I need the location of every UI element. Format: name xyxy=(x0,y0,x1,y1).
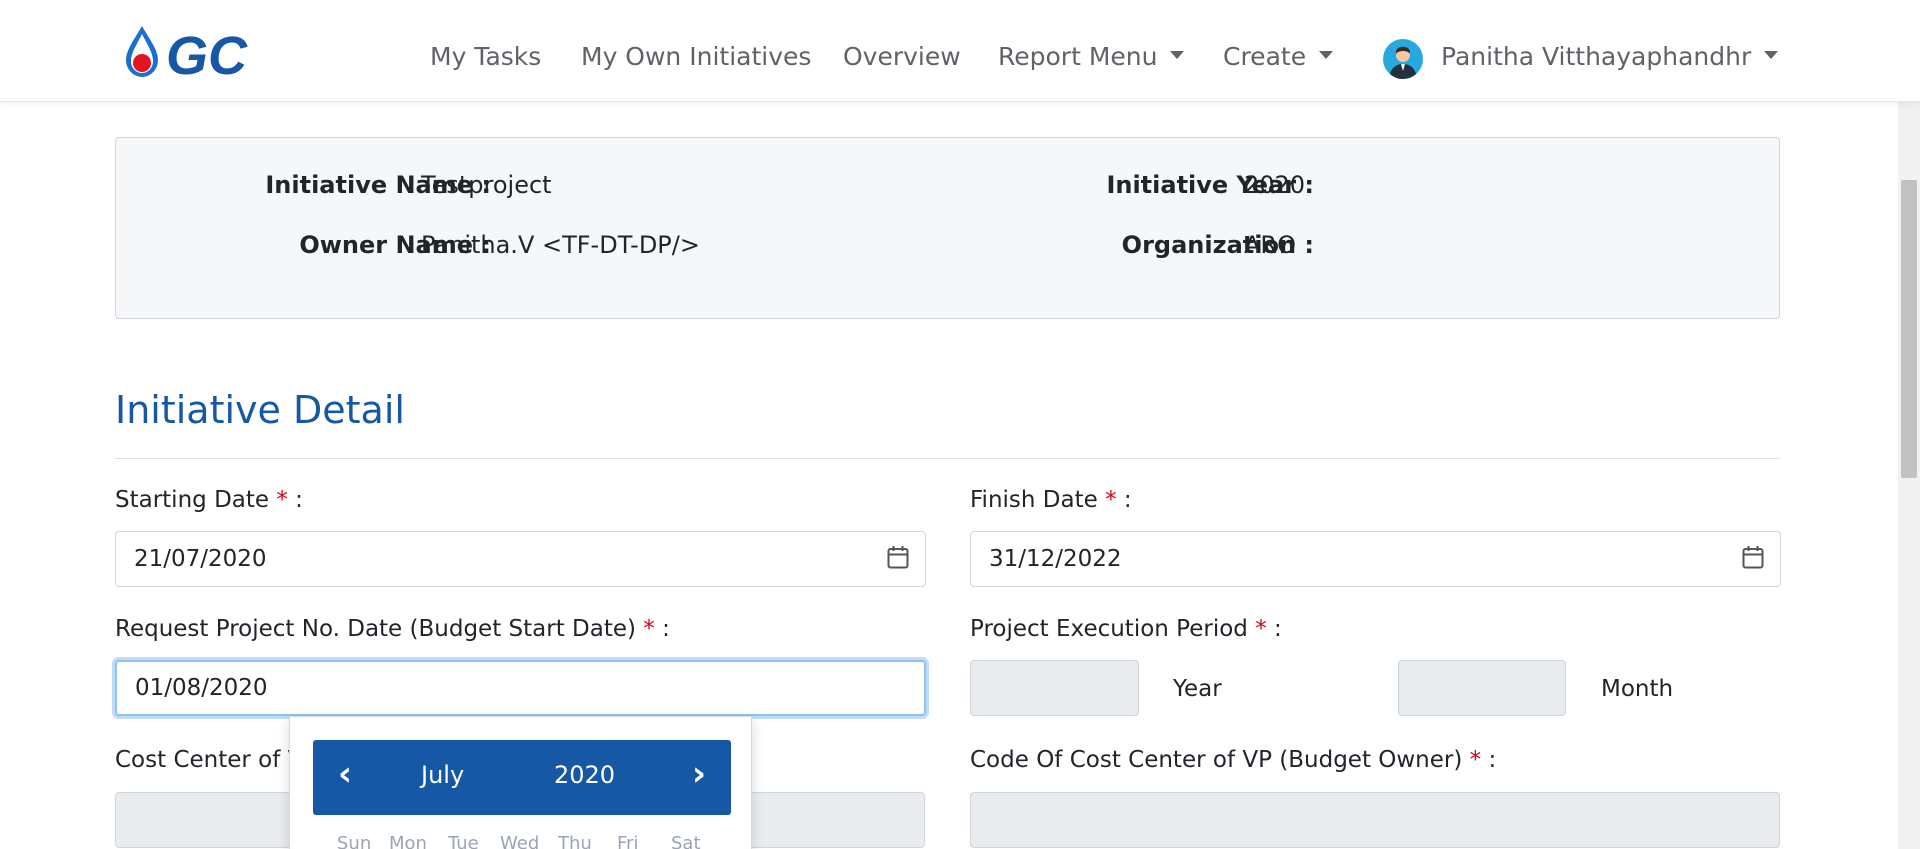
initiative-year-value: 2020 xyxy=(1244,171,1306,199)
required-mark: * xyxy=(643,616,655,642)
label-colon: : xyxy=(295,487,303,513)
starting-date-value: 21/07/2020 xyxy=(134,546,267,572)
nav-my-own-initiatives-label: My Own Initiatives xyxy=(581,42,812,71)
weekday-label: Wed xyxy=(500,833,540,849)
nav-my-tasks[interactable]: My Tasks xyxy=(430,42,541,71)
next-month-button[interactable]: › xyxy=(692,754,706,794)
weekday-label: Fri xyxy=(617,833,639,849)
chevron-down-icon xyxy=(1764,51,1779,59)
datepicker-popup: ‹ July 2020 › Sun Mon Tue Wed Thu Fri Sa… xyxy=(289,716,752,849)
weekday-label: Thu xyxy=(558,833,592,849)
request-date-value: 01/08/2020 xyxy=(135,675,268,701)
starting-date-label-text: Starting Date xyxy=(115,487,270,513)
organization-value: ARO xyxy=(1244,231,1296,259)
prev-month-button[interactable]: ‹ xyxy=(338,754,352,794)
starting-date-input[interactable]: 21/07/2020 xyxy=(115,531,926,587)
code-cost-center-input[interactable] xyxy=(970,792,1780,848)
required-mark: * xyxy=(1255,616,1267,642)
execution-period-label-text: Project Execution Period xyxy=(970,616,1248,642)
datepicker-year[interactable]: 2020 xyxy=(554,761,615,789)
required-mark: * xyxy=(276,487,288,513)
calendar-icon[interactable] xyxy=(1742,545,1764,569)
user-menu[interactable]: Panitha Vitthayaphandhr xyxy=(1441,42,1779,71)
request-date-input[interactable]: 01/08/2020 xyxy=(115,660,926,716)
nav-report-menu-label: Report Menu xyxy=(998,42,1158,71)
request-date-label: Request Project No. Date (Budget Start D… xyxy=(115,616,670,642)
page-scrollbar[interactable] xyxy=(1898,102,1920,849)
weekday-label: Tue xyxy=(448,833,479,849)
datepicker-header: ‹ July 2020 › xyxy=(313,740,731,815)
finish-date-value: 31/12/2022 xyxy=(989,546,1122,572)
calendar-icon[interactable] xyxy=(887,545,909,569)
nav-report-menu[interactable]: Report Menu xyxy=(998,42,1185,71)
code-cost-center-label-text: Code Of Cost Center of VP (Budget Owner) xyxy=(970,747,1463,773)
scrollbar-thumb[interactable] xyxy=(1901,180,1917,478)
finish-date-label: Finish Date * : xyxy=(970,487,1132,513)
nav-overview[interactable]: Overview xyxy=(843,42,961,71)
chevron-down-icon xyxy=(1319,51,1334,59)
weekday-label: Sat xyxy=(671,833,701,849)
label-colon: : xyxy=(1274,616,1282,642)
nav-overview-label: Overview xyxy=(843,42,961,71)
chevron-down-icon xyxy=(1170,51,1185,59)
nav-my-own-initiatives[interactable]: My Own Initiatives xyxy=(581,42,811,71)
initiative-name-value: Testproject xyxy=(421,171,552,199)
cost-center-label: Cost Center of V xyxy=(115,747,303,773)
label-colon: : xyxy=(662,616,670,642)
cost-center-label-text: Cost Center of V xyxy=(115,747,304,773)
finish-date-label-text: Finish Date xyxy=(970,487,1098,513)
starting-date-label: Starting Date * : xyxy=(115,487,303,513)
datepicker-month[interactable]: July xyxy=(421,761,464,789)
year-unit-label: Year xyxy=(1173,676,1222,702)
finish-date-input[interactable]: 31/12/2022 xyxy=(970,531,1781,587)
user-name: Panitha Vitthayaphandhr xyxy=(1441,42,1752,71)
code-cost-center-label: Code Of Cost Center of VP (Budget Owner)… xyxy=(970,747,1496,773)
label-colon: : xyxy=(1123,487,1132,513)
logo-text: GC xyxy=(166,26,248,80)
weekday-label: Sun xyxy=(337,833,372,849)
label-colon: : xyxy=(1488,747,1497,773)
execution-year-input[interactable] xyxy=(970,660,1139,716)
section-title: Initiative Detail xyxy=(115,388,405,432)
nav-create[interactable]: Create xyxy=(1223,42,1334,71)
required-mark: * xyxy=(1105,487,1117,513)
gc-logo[interactable]: GC xyxy=(122,22,292,86)
nav-create-label: Create xyxy=(1223,42,1307,71)
execution-month-input[interactable] xyxy=(1398,660,1566,716)
month-unit-label: Month xyxy=(1601,676,1674,702)
execution-period-label: Project Execution Period * : xyxy=(970,616,1282,642)
top-navbar: GC My Tasks My Own Initiatives Overview … xyxy=(0,0,1920,102)
initiative-summary-panel: Initiative Name : Testproject Owner Name… xyxy=(115,137,1780,319)
weekday-label: Mon xyxy=(389,833,427,849)
user-avatar[interactable] xyxy=(1383,39,1423,79)
owner-name-value: Panitha.V <TF-DT-DP/> xyxy=(421,231,700,259)
required-mark: * xyxy=(1469,747,1482,773)
section-divider xyxy=(115,458,1780,459)
request-date-label-text: Request Project No. Date (Budget Start D… xyxy=(115,616,636,642)
nav-my-tasks-label: My Tasks xyxy=(430,42,542,71)
